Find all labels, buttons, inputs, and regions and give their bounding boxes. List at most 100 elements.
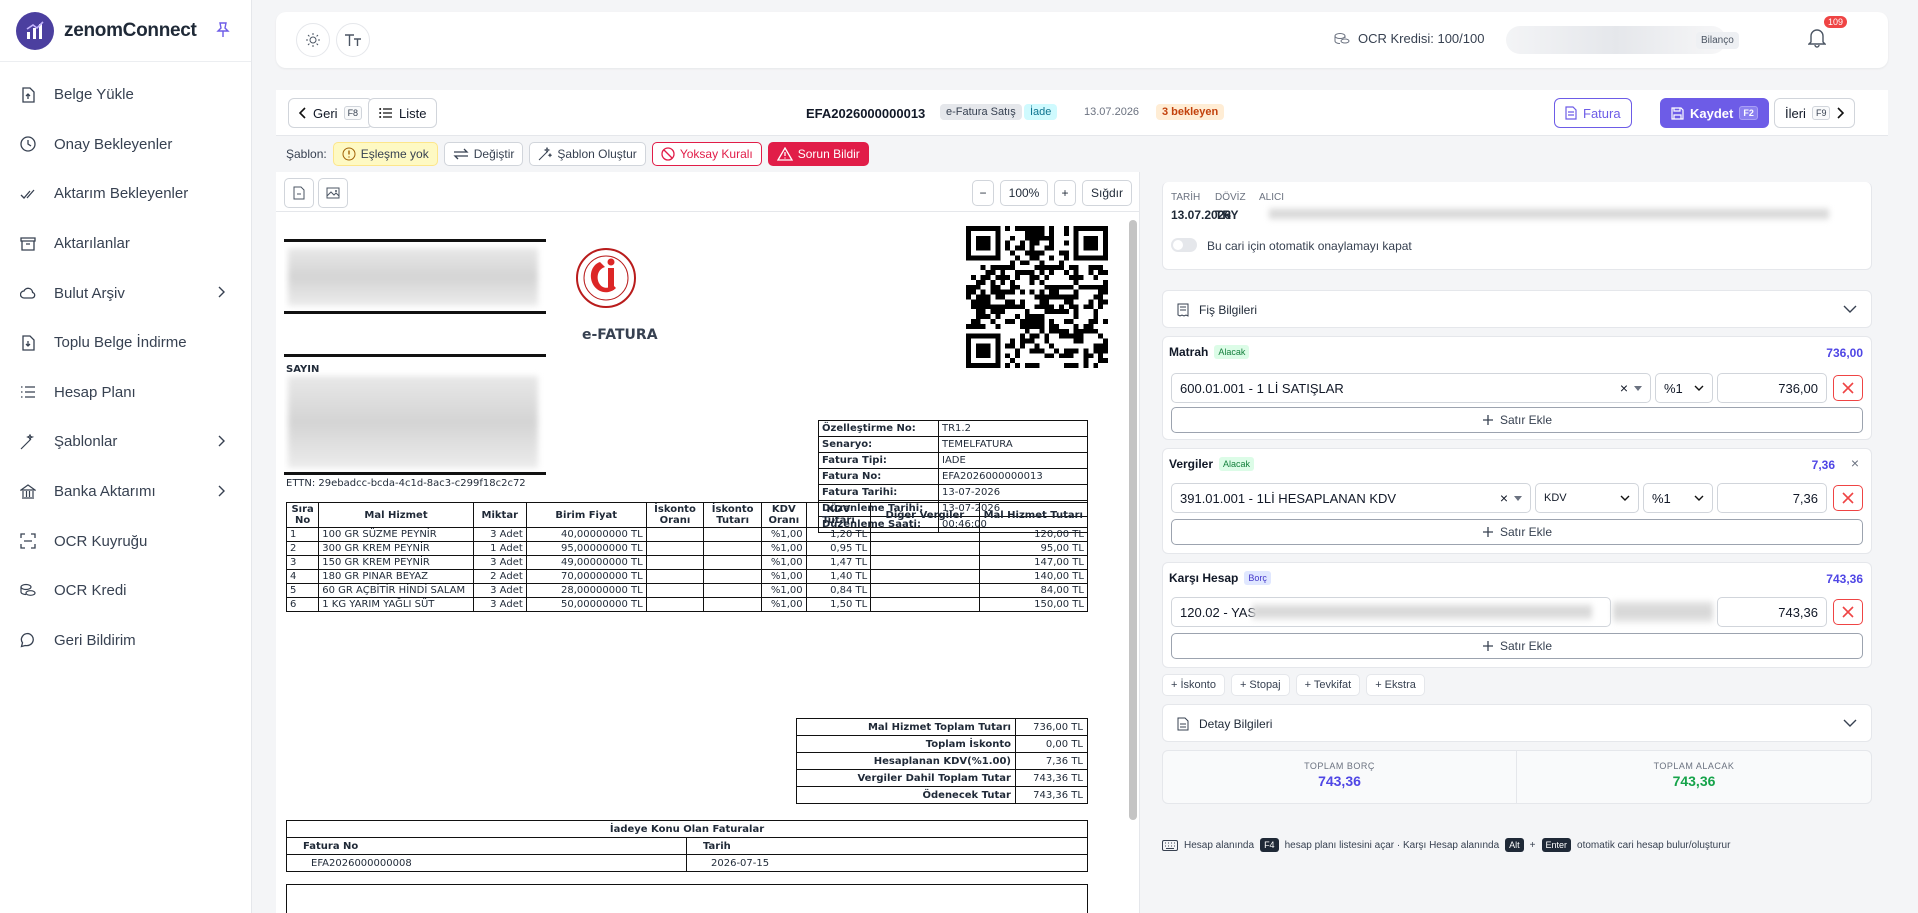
- document-icon: [1565, 106, 1577, 120]
- sidebar-item-3[interactable]: Aktarılanlar: [0, 219, 251, 269]
- view-image-button[interactable]: [318, 178, 348, 208]
- receipt-info-section[interactable]: Fiş Bilgileri: [1162, 290, 1872, 328]
- next-button[interactable]: İleri F9: [1774, 98, 1856, 128]
- save-button[interactable]: Kaydet F2: [1660, 98, 1769, 128]
- hint-text-1: Hesap alanında: [1184, 839, 1255, 851]
- sidebar-item-2[interactable]: Aktarım Bekleyenler: [0, 169, 251, 219]
- template-change-button[interactable]: Değiştir: [443, 142, 524, 166]
- zoom-out-button[interactable]: −: [972, 180, 994, 206]
- sidebar-item-5[interactable]: Toplu Belge İndirme: [0, 318, 251, 368]
- counter-account-select[interactable]: 120.02 - YAS: [1171, 597, 1611, 627]
- taxes-add-row-button[interactable]: Satır Ekle: [1171, 519, 1863, 545]
- clear-icon[interactable]: ×: [1620, 380, 1628, 396]
- sidebar-item-4[interactable]: Bulut Arşiv: [0, 268, 251, 318]
- table-cell: 1,20 TL: [805, 527, 872, 542]
- sidebar-item-label: Belge Yükle: [54, 86, 134, 104]
- table-cell: [645, 583, 705, 598]
- column-header: KDV Tutarı: [805, 502, 872, 528]
- main-area: OCR Kredisi: 100/100 Bilanço 109 Geri F8…: [252, 0, 1918, 913]
- list-button[interactable]: Liste: [368, 98, 438, 128]
- font-size-button[interactable]: [336, 23, 370, 57]
- extra-button-0[interactable]: + İskonto: [1162, 674, 1225, 696]
- matrah-rate-select[interactable]: %1: [1655, 373, 1713, 403]
- sidebar-item-11[interactable]: Geri Bildirim: [0, 616, 251, 666]
- table-cell: 4: [285, 569, 320, 584]
- brand[interactable]: zenomConnect: [0, 0, 251, 62]
- zoom-in-button[interactable]: +: [1054, 180, 1076, 206]
- column-header: Sıra No: [285, 502, 320, 528]
- matrah-add-row-button[interactable]: Satır Ekle: [1171, 407, 1863, 433]
- counter-account-amount: 743,36: [1826, 572, 1863, 586]
- info-value: TEMELFATURA: [938, 436, 1088, 453]
- counter-add-row-button[interactable]: Satır Ekle: [1171, 633, 1863, 659]
- table-cell: 95,00 TL: [978, 541, 1089, 556]
- list-label: Liste: [399, 105, 427, 121]
- chevron-right-icon: [218, 435, 225, 447]
- matrah-rate-value: %1: [1664, 380, 1683, 396]
- taxes-rate-select[interactable]: %1: [1643, 483, 1713, 513]
- taxes-amount: 7,36: [1811, 458, 1835, 472]
- caret-down-icon: [1514, 495, 1522, 501]
- ignore-rule-button[interactable]: Yoksay Kuralı: [651, 142, 762, 166]
- matrah-amount-input[interactable]: 736,00: [1717, 373, 1827, 403]
- extra-button-3[interactable]: + Ekstra: [1366, 674, 1425, 696]
- sidebar-item-label: Onay Bekleyenler: [54, 135, 173, 153]
- detail-info-section[interactable]: Detay Bilgileri: [1162, 704, 1872, 742]
- notifications-button[interactable]: [1808, 28, 1826, 48]
- sidebar-item-9[interactable]: OCR Kuyruğu: [0, 516, 251, 566]
- chevron-down-icon: [1620, 495, 1630, 501]
- coins-icon: [1334, 32, 1350, 44]
- column-header: İskonto Tutarı: [703, 502, 762, 528]
- sidebar-item-7[interactable]: Şablonlar: [0, 417, 251, 467]
- fit-button[interactable]: Sığdır: [1082, 180, 1132, 206]
- total-row: Toplam İskonto 0,00 TL: [796, 735, 1088, 753]
- document-date: 13.07.2026: [1084, 106, 1140, 118]
- sidebar-item-1[interactable]: Onay Bekleyenler: [0, 120, 251, 170]
- counter-account-amount-input[interactable]: 743,36: [1717, 597, 1827, 627]
- clear-icon[interactable]: ×: [1500, 490, 1508, 506]
- taxes-close-icon[interactable]: ×: [1851, 455, 1859, 471]
- report-issue-button[interactable]: Sorun Bildir: [767, 142, 869, 166]
- table-row: 5 60 GR AÇBİTİR HİNDİ SALAM 3 Adet 28,00000…: [285, 583, 1089, 598]
- taxes-amount-input[interactable]: 7,36: [1717, 483, 1827, 513]
- user-menu[interactable]: [1506, 26, 1726, 54]
- sidebar-item-6[interactable]: Hesap Planı: [0, 368, 251, 418]
- extra-button-2[interactable]: + Tevkifat: [1295, 674, 1361, 696]
- template-match-button[interactable]: Eşleşme yok: [332, 142, 438, 166]
- return-invoice-no: EFA2026000000008: [286, 854, 687, 872]
- extra-button-1[interactable]: + Stopaj: [1230, 674, 1290, 696]
- viewer-scrollbar[interactable]: [1129, 220, 1137, 820]
- info-row: Fatura Tipi: IADE: [818, 452, 1088, 469]
- sidebar-item-8[interactable]: Banka Aktarımı: [0, 467, 251, 517]
- sidebar-item-10[interactable]: OCR Kredi: [0, 566, 251, 616]
- view-pdf-button[interactable]: [284, 178, 314, 208]
- table-cell: 150,00 TL: [978, 597, 1089, 612]
- return-invoice-date: 2026-07-15: [686, 854, 1088, 872]
- taxes-account-select[interactable]: 391.01.001 - 1Lİ HESAPLANAN KDV ×: [1171, 483, 1531, 513]
- table-cell: %1,00: [760, 569, 807, 584]
- taxes-remove-button[interactable]: [1833, 485, 1863, 511]
- tax-type-select[interactable]: KDV: [1535, 483, 1639, 513]
- template-create-button[interactable]: Şablon Oluştur: [529, 142, 646, 166]
- archive-icon: [20, 236, 36, 251]
- invoice-button[interactable]: Fatura: [1554, 98, 1632, 128]
- table-cell: [645, 569, 705, 584]
- hint-text-2: hesap planı listesini açar · Karşı Hesap…: [1284, 839, 1500, 851]
- wand-icon: [20, 433, 35, 450]
- table-cell: 3: [285, 555, 320, 570]
- matrah-remove-button[interactable]: [1833, 375, 1863, 401]
- pin-icon[interactable]: [216, 22, 230, 38]
- info-row: Senaryo: TEMELFATURA: [818, 436, 1088, 453]
- gib-logo-icon: [574, 246, 638, 310]
- auto-approve-toggle[interactable]: [1171, 238, 1197, 252]
- table-cell: 100 GR SÜZME PEYNİR: [318, 527, 474, 542]
- brand-logo-icon: [16, 11, 54, 50]
- counter-account-remove-button[interactable]: [1833, 599, 1863, 625]
- back-button[interactable]: Geri F8: [288, 98, 374, 128]
- theme-toggle-button[interactable]: [296, 23, 330, 57]
- table-cell: %1,00: [760, 555, 807, 570]
- total-label: Vergiler Dahil Toplam Tutar: [796, 769, 1016, 787]
- sidebar-item-0[interactable]: Belge Yükle: [0, 70, 251, 120]
- ocr-credit-text: OCR Kredisi: 100/100: [1358, 31, 1485, 46]
- matrah-account-select[interactable]: 600.01.001 - 1 Lİ SATIŞLAR ×: [1171, 373, 1651, 403]
